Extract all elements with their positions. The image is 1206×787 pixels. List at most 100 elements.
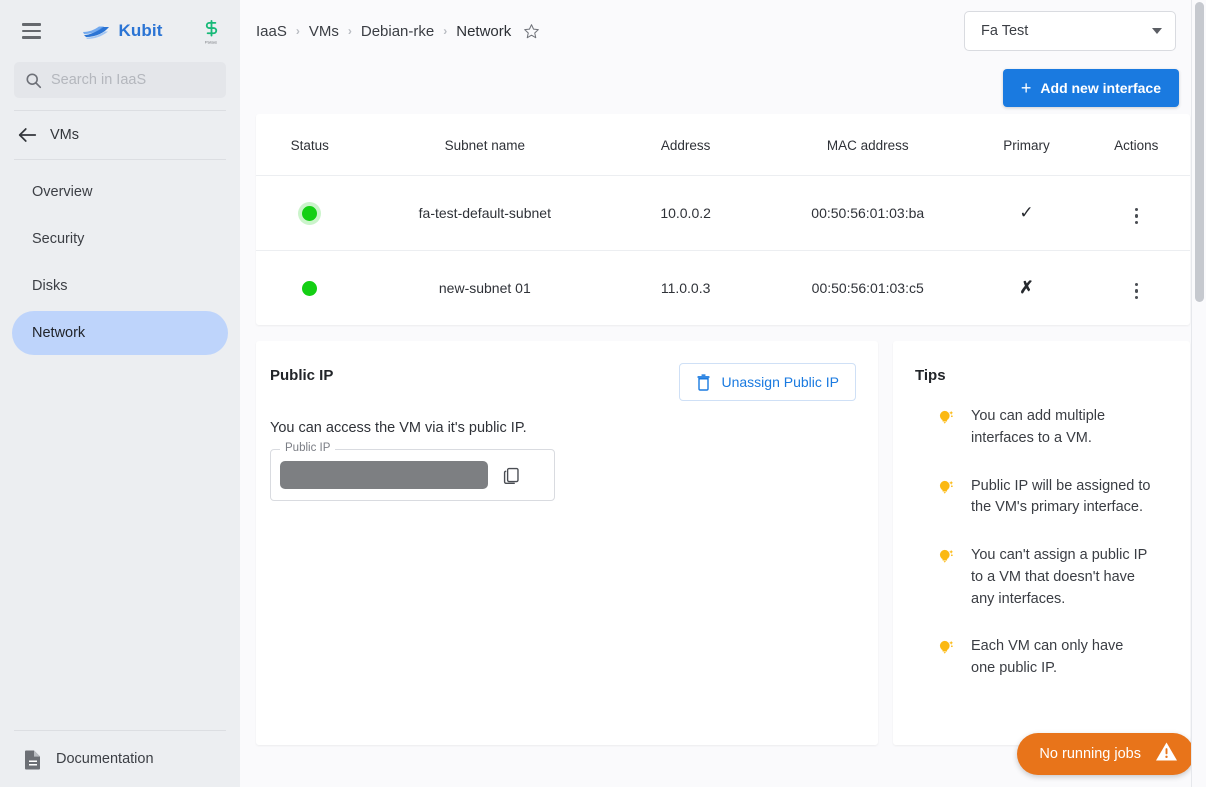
public-ip-masked-value <box>280 461 488 489</box>
sidebar-item-label: Disks <box>32 278 68 294</box>
status-indicator <box>256 205 363 221</box>
main-area: IaaS › VMs › Debian-rke › Network Fa Tes… <box>240 0 1206 787</box>
plus-icon: + <box>1020 78 1032 98</box>
cell-address: 11.0.0.3 <box>606 250 765 325</box>
tips-list: You can add multiple interfaces to a VM. <box>907 406 1170 680</box>
tip-text: You can add multiple interfaces to a VM. <box>971 408 1106 446</box>
add-new-interface-button[interactable]: + Add new interface <box>1002 69 1179 107</box>
table-header-row: Status Subnet name Address MAC address P… <box>256 114 1190 176</box>
sidebar-item-disks[interactable]: Disks <box>12 264 228 308</box>
brand-logo[interactable]: Kubit <box>48 21 196 41</box>
unassign-public-ip-button[interactable]: Unassign Public IP <box>679 363 856 401</box>
public-ip-panel: Public IP Unassign Public IP You can acc… <box>256 341 878 745</box>
lightbulb-icon <box>937 545 957 610</box>
tip-item: You can't assign a public IP to a VM tha… <box>907 545 1170 610</box>
running-jobs-status-badge[interactable]: No running jobs <box>1017 733 1194 775</box>
document-icon <box>25 750 40 769</box>
sidebar-item-overview[interactable]: Overview <box>12 170 228 214</box>
project-select[interactable]: Fa Test <box>964 11 1176 51</box>
tip-text: Each VM can only have one public IP. <box>971 638 1124 676</box>
cell-actions <box>1082 175 1190 251</box>
sidebar-item-label: Network <box>32 325 86 341</box>
search-input[interactable]: Search in IaaS <box>14 62 226 98</box>
column-header-subnet-name: Subnet name <box>444 138 525 153</box>
sidebar-back-vms[interactable]: VMs <box>0 111 240 159</box>
tip-item: Public IP will be assigned to the VM's p… <box>907 476 1170 520</box>
app-root: Kubit Parsys Search in IaaS VMs Overview… <box>0 0 1206 787</box>
cross-icon: ✗ <box>1019 278 1034 297</box>
cell-address: 10.0.0.2 <box>606 175 765 251</box>
cell-subnet-name: fa-test-default-subnet <box>363 175 607 251</box>
cell-primary: ✗ <box>970 250 1083 325</box>
table-head: Status Subnet name Address MAC address P… <box>256 114 1190 176</box>
breadcrumb-item-network[interactable]: Network <box>456 23 511 40</box>
hamburger-icon[interactable] <box>14 14 48 48</box>
interfaces-table: Status Subnet name Address MAC address P… <box>256 114 1190 325</box>
sidebar-back-label: VMs <box>50 127 79 143</box>
scrollbar-thumb[interactable] <box>1195 2 1204 302</box>
table-row[interactable]: fa-test-default-subnet 10.0.0.2 00:50:56… <box>256 175 1190 251</box>
cell-mac-address: 00:50:56:01:03:c5 <box>765 250 971 325</box>
lightbulb-icon <box>937 476 957 520</box>
trash-icon <box>697 373 711 391</box>
search-icon <box>26 72 42 88</box>
sidebar-item-label: Overview <box>32 184 93 200</box>
sidebar-search-wrap: Search in IaaS <box>0 62 240 98</box>
breadcrumb-item-debian-rke[interactable]: Debian-rke <box>361 23 434 40</box>
column-header-mac-address: MAC address <box>826 138 909 153</box>
action-row: + Add new interface <box>240 62 1206 114</box>
public-ip-description: You can access the VM via it's public IP… <box>270 420 527 436</box>
breadcrumb-separator: › <box>443 24 448 38</box>
kubit-wave-logo-icon <box>82 26 109 39</box>
sidebar-footer: Documentation <box>0 730 240 787</box>
column-header-status: Status <box>290 138 329 153</box>
breadcrumb-separator: › <box>347 24 352 38</box>
project-select-value: Fa Test <box>981 23 1029 39</box>
cell-status <box>256 175 364 251</box>
breadcrumb-item-iaas[interactable]: IaaS <box>256 23 287 40</box>
column-header-primary: Primary <box>1003 138 1050 153</box>
breadcrumb-item-vms[interactable]: VMs <box>309 23 339 40</box>
column-header-address: Address <box>660 138 711 153</box>
kebab-menu-icon[interactable] <box>1127 204 1147 229</box>
sidebar: Kubit Parsys Search in IaaS VMs Overview… <box>0 0 240 787</box>
public-ip-title: Public IP <box>270 367 334 384</box>
running-jobs-label: No running jobs <box>1039 746 1141 762</box>
svg-text:Parsys: Parsys <box>205 39 217 44</box>
lightbulb-icon <box>937 636 957 680</box>
lightbulb-icon <box>937 406 957 450</box>
table-body: fa-test-default-subnet 10.0.0.2 00:50:56… <box>256 175 1190 325</box>
status-indicator <box>256 280 363 296</box>
public-ip-header: Public IP Unassign Public IP <box>270 363 856 401</box>
public-ip-field-label: Public IP <box>280 442 336 454</box>
company-s-logo-icon: Parsys <box>196 16 226 46</box>
status-dot-icon <box>302 280 318 296</box>
public-ip-field[interactable]: Public IP <box>270 442 555 501</box>
breadcrumb: IaaS › VMs › Debian-rke › Network <box>256 23 954 40</box>
star-outline-icon[interactable] <box>523 23 540 40</box>
sidebar-nav: Overview Security Disks Network <box>0 160 240 355</box>
table-row[interactable]: new-subnet 01 11.0.0.3 00:50:56:01:03:c5… <box>256 250 1190 325</box>
add-new-interface-label: Add new interface <box>1040 80 1161 96</box>
sidebar-item-documentation[interactable]: Documentation <box>0 731 240 787</box>
copy-icon[interactable] <box>496 460 526 490</box>
sidebar-item-security[interactable]: Security <box>12 217 228 261</box>
unassign-public-ip-label: Unassign Public IP <box>721 374 839 390</box>
page-scrollbar[interactable] <box>1191 0 1206 787</box>
sidebar-item-label: Security <box>32 231 85 247</box>
tips-panel: Tips You can add multiple interfaces to … <box>893 341 1190 745</box>
sidebar-item-network[interactable]: Network <box>12 311 228 355</box>
kebab-menu-icon[interactable] <box>1127 279 1147 304</box>
sidebar-header: Kubit Parsys <box>0 0 240 62</box>
search-placeholder: Search in IaaS <box>51 72 147 88</box>
brand-name: Kubit <box>118 21 163 40</box>
breadcrumb-separator: › <box>295 24 300 38</box>
cell-mac-address: 00:50:56:01:03:ba <box>765 175 971 251</box>
topbar: IaaS › VMs › Debian-rke › Network Fa Tes… <box>240 0 1206 62</box>
cell-subnet-name: new-subnet 01 <box>363 250 607 325</box>
check-icon: ✓ <box>1019 203 1034 222</box>
panels-row: Public IP Unassign Public IP You can acc… <box>256 341 1190 787</box>
documentation-label: Documentation <box>56 751 154 767</box>
tip-item: Each VM can only have one public IP. <box>907 636 1170 680</box>
cell-actions <box>1082 250 1190 325</box>
